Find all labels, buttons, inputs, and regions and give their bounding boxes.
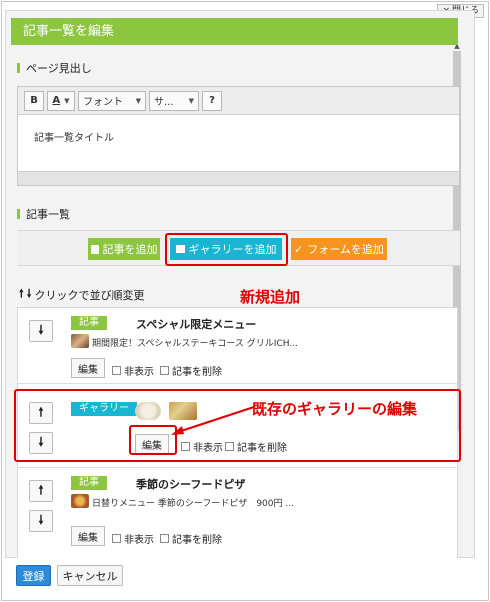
arrow-down-icon: 🠗	[38, 322, 44, 337]
register-button[interactable]: 登録	[16, 565, 51, 586]
annotation-edit-gallery: 既存のギャラリーの編集	[252, 400, 418, 418]
item-title: 季節のシーフードピザ	[136, 478, 246, 491]
arrow-down-icon: 🠗	[26, 287, 32, 300]
annotation-new-add: 新規追加	[240, 288, 301, 306]
annotation-arrow-icon	[171, 406, 255, 435]
add-form-button[interactable]: ✓ フォームを追加	[291, 238, 387, 260]
sort-hint: 🠕 🠗 クリックで並び順変更	[19, 285, 144, 304]
arrow-up-icon: 🠕	[38, 482, 44, 497]
chevron-down-icon: ▼	[64, 96, 70, 105]
item-thumbnail	[71, 494, 89, 508]
checkbox-box[interactable]	[112, 366, 121, 375]
chevron-down-icon: ▼	[188, 96, 194, 105]
bold-button[interactable]: B	[24, 90, 44, 111]
section-marker-icon	[17, 209, 20, 219]
section-marker-icon	[17, 63, 20, 73]
editor-resize-bar[interactable]	[18, 171, 459, 185]
hide-checkbox[interactable]: 非表示	[112, 531, 154, 546]
edit-button[interactable]: 編集	[71, 358, 105, 378]
font-family-select[interactable]: フォント ▼	[78, 90, 146, 111]
arrow-up-icon: 🠕	[19, 287, 24, 300]
item-title: スペシャル限定メニュー	[136, 318, 257, 331]
font-size-select[interactable]: サ... ▼	[149, 90, 199, 111]
font-color-button[interactable]: A ▼	[47, 90, 75, 111]
item-type-tag: 記事	[71, 476, 107, 490]
rich-text-editor[interactable]: B A ▼ フォント ▼ サ... ▼ ? 記事一覧タイトル	[17, 86, 460, 186]
item-type-tag: 記事	[71, 316, 107, 330]
highlight-new-add	[165, 233, 288, 266]
dialog-title: 記事一覧を編集	[11, 18, 458, 45]
checkbox-box[interactable]	[160, 534, 169, 543]
help-button[interactable]: ?	[202, 90, 222, 111]
move-down-button[interactable]: 🠗	[29, 510, 53, 532]
editor-toolbar: B A ▼ フォント ▼ サ... ▼ ?	[18, 87, 459, 115]
list-item: 🠕 🠗 記事 季節のシーフードピザ 日替りメニュー 季節のシーフードピザ 900…	[18, 468, 457, 558]
delete-checkbox[interactable]: 記事を削除	[160, 531, 222, 546]
checkbox-box[interactable]	[160, 366, 169, 375]
arrow-down-icon: 🠗	[38, 512, 44, 527]
item-description: 期間限定！スペシャルステーキコース グリルICH...	[92, 339, 298, 349]
item-thumbnail	[71, 334, 89, 348]
list-item: 🠗 記事 スペシャル限定メニュー 期間限定！スペシャルステーキコース グリルIC…	[18, 308, 457, 384]
add-article-button[interactable]: 記事を追加	[88, 238, 160, 260]
chevron-down-icon: ▼	[135, 96, 141, 105]
editor-content[interactable]: 記事一覧タイトル	[18, 115, 459, 144]
move-up-button[interactable]: 🠕	[29, 480, 53, 502]
cancel-button[interactable]: キャンセル	[57, 565, 123, 586]
heading-section-label: ページ見出し	[17, 60, 92, 76]
delete-checkbox[interactable]: 記事を削除	[160, 363, 222, 378]
hide-checkbox[interactable]: 非表示	[112, 363, 154, 378]
move-down-button[interactable]: 🠗	[29, 320, 53, 342]
document-plus-icon	[90, 244, 99, 254]
item-description: 日替りメニュー 季節のシーフードピザ 900円 ...	[92, 499, 294, 509]
checkbox-box[interactable]	[112, 534, 121, 543]
list-section-label: 記事一覧	[17, 206, 70, 222]
check-icon: ✓	[294, 242, 304, 256]
edit-button[interactable]: 編集	[71, 526, 105, 546]
